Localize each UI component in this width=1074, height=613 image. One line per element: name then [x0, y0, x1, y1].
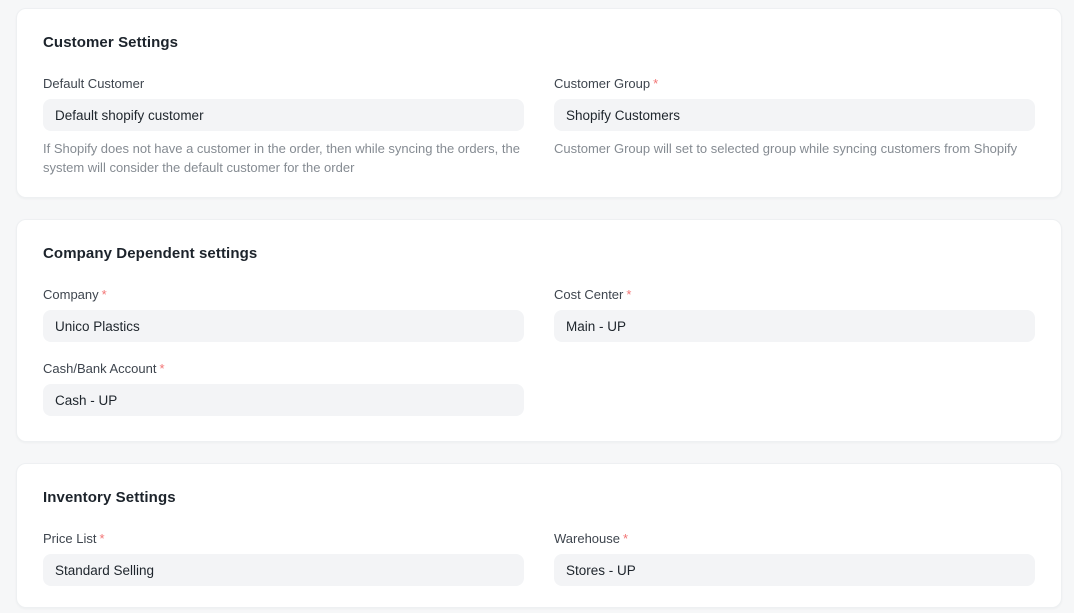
- customer-group-label: Customer Group: [554, 76, 650, 91]
- customer-settings-card: Customer Settings Default Customer If Sh…: [16, 8, 1062, 198]
- required-marker: *: [626, 287, 631, 302]
- empty-grid-cell: [554, 361, 1035, 416]
- field-warehouse: Warehouse*: [554, 531, 1035, 586]
- field-cost-center: Cost Center*: [554, 287, 1035, 342]
- default-customer-input[interactable]: [43, 99, 524, 131]
- cash-bank-account-input[interactable]: [43, 384, 524, 416]
- cash-bank-account-label: Cash/Bank Account: [43, 361, 156, 376]
- warehouse-input[interactable]: [554, 554, 1035, 586]
- field-default-customer: Default Customer If Shopify does not hav…: [43, 76, 524, 177]
- company-settings-grid-row2: Cash/Bank Account*: [43, 361, 1035, 416]
- required-marker: *: [159, 361, 164, 376]
- required-marker: *: [102, 287, 107, 302]
- warehouse-label: Warehouse: [554, 531, 620, 546]
- required-marker: *: [653, 76, 658, 91]
- company-input[interactable]: [43, 310, 524, 342]
- field-company: Company*: [43, 287, 524, 342]
- price-list-input[interactable]: [43, 554, 524, 586]
- inventory-settings-grid: Price List* Warehouse*: [43, 531, 1035, 586]
- inventory-settings-card: Inventory Settings Price List* Warehouse…: [16, 463, 1062, 608]
- company-dependent-settings-card: Company Dependent settings Company* Cost…: [16, 219, 1062, 442]
- settings-page: Customer Settings Default Customer If Sh…: [0, 0, 1074, 613]
- default-customer-label: Default Customer: [43, 76, 144, 91]
- field-cash-bank-account: Cash/Bank Account*: [43, 361, 524, 416]
- customer-group-input[interactable]: [554, 99, 1035, 131]
- field-customer-group: Customer Group* Customer Group will set …: [554, 76, 1035, 177]
- price-list-label: Price List: [43, 531, 96, 546]
- cost-center-input[interactable]: [554, 310, 1035, 342]
- required-marker: *: [623, 531, 628, 546]
- customer-settings-title: Customer Settings: [43, 34, 1035, 52]
- cost-center-label: Cost Center: [554, 287, 623, 302]
- company-settings-grid-row1: Company* Cost Center*: [43, 287, 1035, 342]
- default-customer-help: If Shopify does not have a customer in t…: [43, 139, 524, 177]
- customer-group-help: Customer Group will set to selected grou…: [554, 139, 1035, 158]
- required-marker: *: [99, 531, 104, 546]
- company-dependent-settings-title: Company Dependent settings: [43, 245, 1035, 263]
- inventory-settings-title: Inventory Settings: [43, 489, 1035, 507]
- customer-settings-grid: Default Customer If Shopify does not hav…: [43, 76, 1035, 177]
- company-label: Company: [43, 287, 99, 302]
- field-price-list: Price List*: [43, 531, 524, 586]
